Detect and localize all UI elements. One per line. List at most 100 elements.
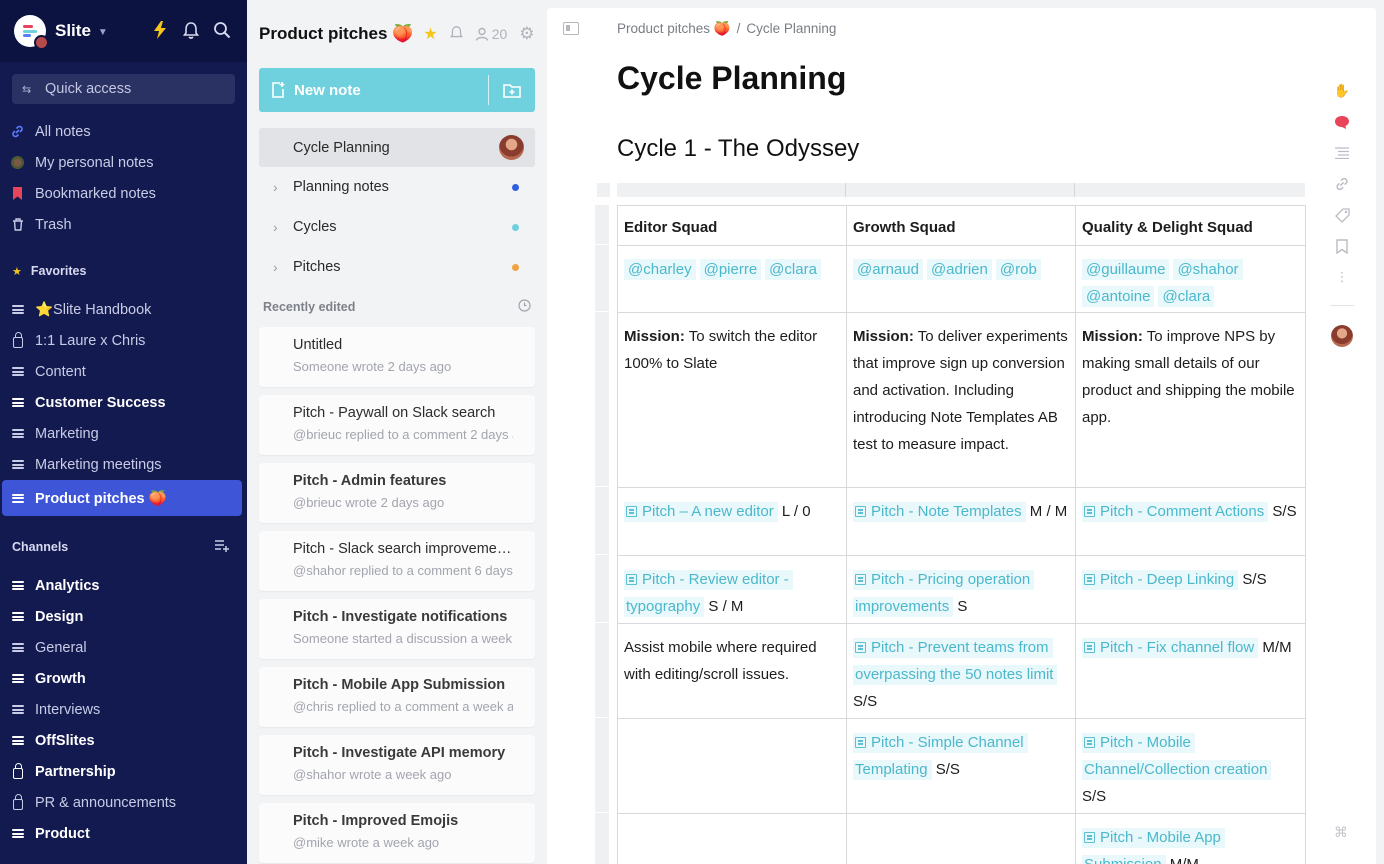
pitch-link[interactable]: Pitch - Deep Linking <box>1082 570 1239 590</box>
user-mention[interactable]: @adrien <box>926 259 992 280</box>
sidebar-item[interactable]: Analytics <box>0 570 247 601</box>
mission-cell[interactable]: Mission: To deliver experiments that imp… <box>846 312 1076 488</box>
members-cell[interactable]: @guillaume @shahor @antoine @clara <box>1075 245 1306 313</box>
clock-icon[interactable] <box>518 299 531 315</box>
squad-header-cell[interactable]: Editor Squad <box>617 205 847 246</box>
bookmark-doc-icon[interactable] <box>1333 237 1351 255</box>
document-heading[interactable]: Cycle 1 - The Odyssey <box>617 135 859 163</box>
sidebar-item[interactable]: PR & announcements <box>0 787 247 818</box>
new-collection-button[interactable] <box>489 68 535 112</box>
comment-icon[interactable] <box>1333 113 1351 131</box>
pitch-cell[interactable] <box>846 813 1076 864</box>
pitch-cell[interactable]: Pitch - Pricing operation improvements S <box>846 555 1076 624</box>
tree-item[interactable]: › Cycles <box>259 207 535 247</box>
toggle-sidebar-icon[interactable] <box>563 22 579 35</box>
members-cell[interactable]: @charley @pierre @clara <box>617 245 847 313</box>
pitch-cell[interactable]: Pitch - Prevent teams from overpassing t… <box>846 623 1076 719</box>
user-avatar[interactable] <box>34 35 49 50</box>
sidebar-item[interactable]: OffSlites <box>0 725 247 756</box>
sidebar-item-trash[interactable]: Trash <box>0 209 247 240</box>
sidebar-item-all-notes[interactable]: All notes <box>0 116 247 147</box>
user-mention[interactable]: @clara <box>1158 286 1215 307</box>
pitch-link[interactable]: Pitch - Pricing operation improvements <box>853 570 1035 617</box>
sidebar-item[interactable]: Marketing <box>0 418 247 449</box>
pitch-cell[interactable]: Pitch - Fix channel flow M/M <box>1075 623 1306 719</box>
pitch-cell[interactable]: Pitch - Simple Channel Templating S/S <box>846 718 1076 814</box>
user-mention[interactable]: @guillaume <box>1082 259 1170 280</box>
sidebar-item[interactable]: Product pitches 🍑 <box>2 480 242 516</box>
search-icon[interactable] <box>213 20 231 40</box>
pitch-cell[interactable] <box>617 718 847 814</box>
user-mention[interactable]: @charley <box>624 259 696 280</box>
pitch-link[interactable]: Pitch – A new editor <box>624 502 778 522</box>
sidebar-item[interactable]: Customer Success <box>0 387 247 418</box>
link-icon[interactable] <box>1333 175 1351 193</box>
pitch-link[interactable]: Pitch - Prevent teams from overpassing t… <box>853 638 1058 685</box>
chevron-right-icon[interactable]: › <box>273 259 278 275</box>
sidebar-item[interactable]: ⭐Slite Handbook <box>0 294 247 325</box>
sidebar-item[interactable]: 1:1 Laure x Chris <box>0 325 247 356</box>
pitch-cell[interactable]: Pitch - Deep Linking S/S <box>1075 555 1306 624</box>
column-handles[interactable] <box>617 183 1305 197</box>
recent-note-card[interactable]: Pitch - Paywall on Slack search @brieuc r… <box>259 395 535 455</box>
mission-cell[interactable]: Mission: To switch the editor 100% to Sl… <box>617 312 847 488</box>
user-mention[interactable]: @clara <box>765 259 821 280</box>
recent-note-card[interactable]: Untitled Someone wrote 2 days ago <box>259 327 535 387</box>
user-mention[interactable]: @arnaud <box>853 259 923 280</box>
recent-note-card[interactable]: Pitch - Investigate API memory @shahor wr… <box>259 735 535 795</box>
pitch-cell[interactable]: Pitch - Note Templates M / M <box>846 487 1076 556</box>
sidebar-item[interactable]: Content <box>0 356 247 387</box>
sidebar-item[interactable]: General <box>0 632 247 663</box>
row-handles[interactable] <box>595 205 609 864</box>
members-count[interactable]: 20 <box>475 26 507 42</box>
favorite-star-icon[interactable]: ★ <box>423 24 437 44</box>
pitch-link[interactable]: Pitch - Mobile App Submission <box>1082 828 1225 864</box>
pitch-cell[interactable] <box>617 813 847 864</box>
sidebar-item[interactable]: Product <box>0 818 247 849</box>
user-mention[interactable]: @rob <box>995 259 1041 280</box>
wave-hand-icon[interactable]: ✋ <box>1333 82 1351 100</box>
outline-icon[interactable] <box>1333 144 1351 162</box>
recent-note-card[interactable]: Pitch - Admin features @brieuc wrote 2 da… <box>259 463 535 523</box>
pitch-cell[interactable]: Assist mobile where required with editin… <box>617 623 847 719</box>
mission-cell[interactable]: Mission: To improve NPS by making small … <box>1075 312 1306 488</box>
tree-item[interactable]: › Planning notes <box>259 167 535 207</box>
settings-gear-icon[interactable]: ⚙ <box>519 24 534 44</box>
chevron-right-icon[interactable]: › <box>273 179 278 195</box>
pitch-cell[interactable]: Pitch - Comment Actions S/S <box>1075 487 1306 556</box>
more-options-icon[interactable]: ⋮ <box>1333 268 1351 286</box>
pitch-cell[interactable]: Pitch - Mobile Channel/Collection creati… <box>1075 718 1306 814</box>
chevron-right-icon[interactable]: › <box>273 219 278 235</box>
notification-bell-icon[interactable] <box>449 25 463 43</box>
workspace-dropdown-icon[interactable]: ▼ <box>98 27 108 38</box>
breadcrumb-channel[interactable]: Product pitches 🍑 <box>617 21 731 36</box>
user-mention[interactable]: @pierre <box>699 259 762 280</box>
pitch-cell[interactable]: Pitch – A new editor L / 0 <box>617 487 847 556</box>
sidebar-item[interactable]: Partnership <box>0 756 247 787</box>
workspace-logo[interactable] <box>14 15 49 50</box>
pitch-cell[interactable]: Pitch - Mobile App Submission M/M <box>1075 813 1306 864</box>
pitch-link[interactable]: Pitch - Fix channel flow <box>1082 638 1259 658</box>
sidebar-item[interactable]: Marketing meetings <box>0 449 247 480</box>
quick-access-button[interactable]: ⇆ Quick access <box>12 74 235 104</box>
new-note-button[interactable]: New note <box>259 68 488 112</box>
user-mention[interactable]: @antoine <box>1082 286 1155 307</box>
lightning-icon[interactable] <box>151 20 169 40</box>
table-corner-handle[interactable] <box>597 183 610 197</box>
members-cell[interactable]: @arnaud @adrien @rob <box>846 245 1076 313</box>
squad-header-cell[interactable]: Growth Squad <box>846 205 1076 246</box>
sidebar-item[interactable]: Design <box>0 601 247 632</box>
squad-header-cell[interactable]: Quality & Delight Squad <box>1075 205 1306 246</box>
recent-note-card[interactable]: Pitch - Slack search improvements @shahor… <box>259 531 535 591</box>
pitch-link[interactable]: Pitch - Note Templates <box>853 502 1026 522</box>
add-channel-icon[interactable] <box>215 539 229 555</box>
viewer-avatar[interactable] <box>1331 325 1353 347</box>
workspace-name[interactable]: Slite <box>55 21 91 41</box>
sidebar-item[interactable]: Interviews <box>0 694 247 725</box>
sidebar-item-personal-notes[interactable]: My personal notes <box>0 147 247 178</box>
document-title[interactable]: Cycle Planning <box>617 60 846 97</box>
pitch-cell[interactable]: Pitch - Review editor - typography S / M <box>617 555 847 624</box>
tree-item[interactable]: › Pitches <box>259 247 535 287</box>
tag-icon[interactable] <box>1333 206 1351 224</box>
pitch-link[interactable]: Pitch - Comment Actions <box>1082 502 1269 522</box>
